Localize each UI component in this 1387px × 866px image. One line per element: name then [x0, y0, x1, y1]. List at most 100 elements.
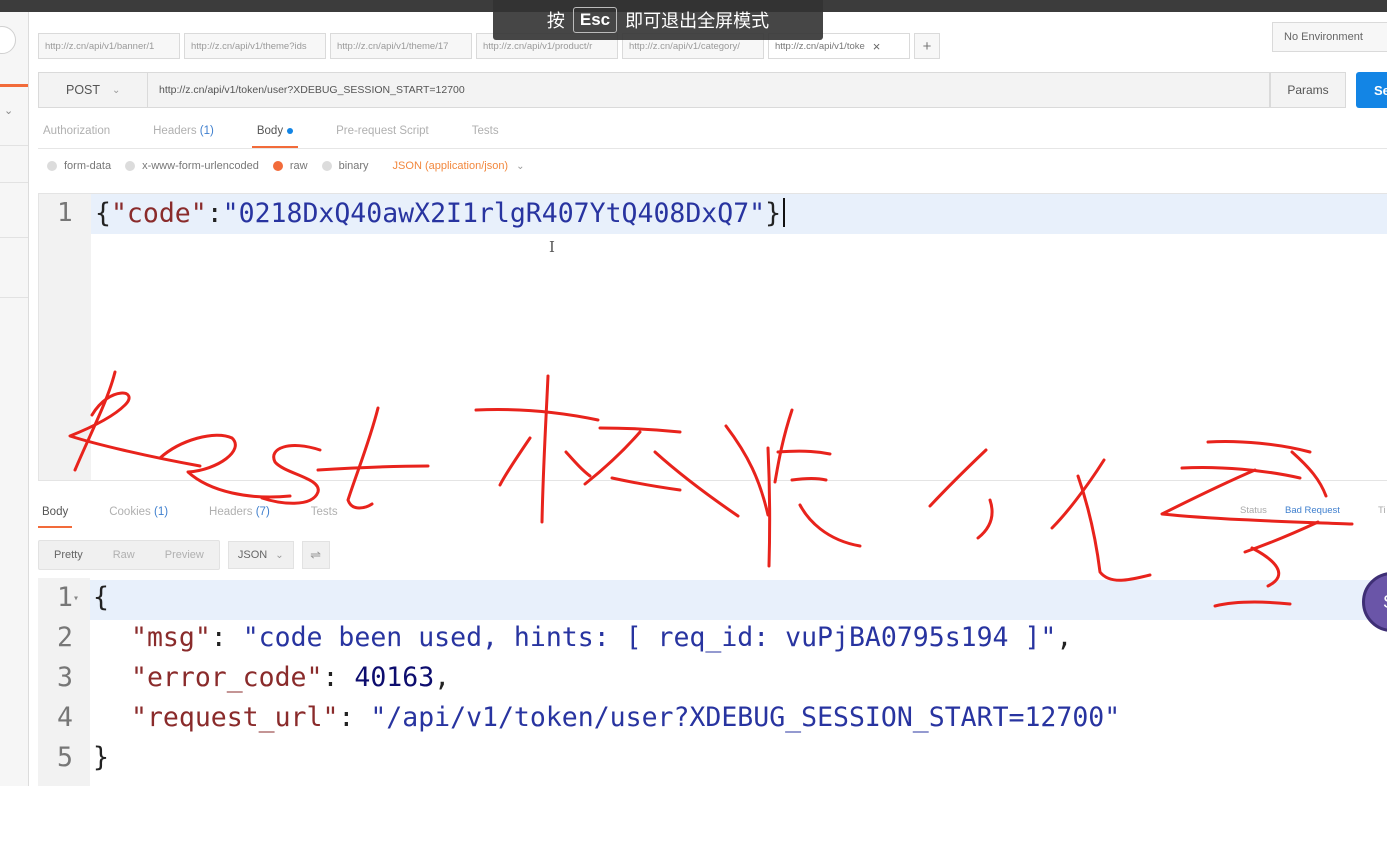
method-select[interactable]: POST ⌄ [38, 72, 148, 108]
tab-prerequest-script[interactable]: Pre-request Script [331, 118, 434, 148]
content-type-value: JSON (application/json) [392, 160, 509, 172]
line-number: 3 [57, 662, 73, 693]
line-number: 2 [57, 622, 73, 653]
view-raw-button[interactable]: Raw [98, 541, 150, 569]
response-format-select[interactable]: JSON ⌄ [227, 541, 294, 569]
sidebar-divider [0, 297, 28, 298]
environment-select[interactable]: No Environment [1272, 22, 1387, 52]
code-brace: } [765, 198, 782, 229]
sidebar-divider [0, 145, 28, 146]
tab-label: Tests [310, 506, 338, 518]
request-url-bar: POST ⌄ http://z.cn/api/v1/token/user?XDE… [38, 72, 1387, 108]
wrap-lines-icon[interactable]: ⇌ [301, 541, 330, 569]
response-body-viewer[interactable]: 1▾ { 2 "msg": "code been used, hints: [ … [38, 578, 1387, 786]
tab-response-body[interactable]: Body [38, 498, 73, 528]
tab-count: (1) [199, 125, 214, 137]
radio-label: x-www-form-urlencoded [142, 160, 259, 172]
view-mode-group: Pretty Raw Preview [38, 540, 220, 570]
tab-body[interactable]: Body [251, 118, 299, 148]
body-type-raw[interactable]: raw [272, 160, 308, 172]
view-pretty-button[interactable]: Pretty [39, 541, 98, 569]
radio-icon [47, 161, 57, 171]
radio-label: form-data [64, 160, 112, 172]
line-gutter [39, 194, 91, 480]
time-label: Ti [1378, 505, 1386, 516]
fold-caret-icon[interactable]: ▾ [73, 593, 79, 604]
text-caret [783, 198, 786, 227]
tab-response-headers[interactable]: Headers (7) [205, 498, 274, 528]
code-string: "/api/v1/token/user?XDEBUG_SESSION_START… [370, 702, 1121, 733]
sidebar-circle-button[interactable] [0, 26, 16, 54]
status-link[interactable]: Bad Request [1285, 505, 1340, 516]
code-line: 1▾ { [38, 582, 1387, 622]
chevron-down-icon: ⌄ [275, 549, 284, 561]
body-type-options: form-data x-www-form-urlencoded raw bina… [47, 160, 525, 172]
sidebar-active-indicator [0, 84, 28, 87]
close-icon[interactable]: × [873, 39, 881, 54]
tab-cookies[interactable]: Cookies (1) [105, 498, 172, 528]
sidebar-divider [0, 237, 28, 238]
line-number: 1 [57, 198, 73, 228]
radio-selected-icon [272, 161, 283, 171]
tab-label: Headers [153, 125, 197, 137]
tab-count: (1) [153, 506, 169, 518]
radio-label: raw [289, 160, 308, 172]
code-content: "request_url": "/api/v1/token/user?XDEBU… [131, 702, 1120, 733]
tab-label: Tests [471, 125, 499, 137]
request-section-tabs: Authorization Headers (1) Body Pre-reque… [38, 118, 1387, 149]
tab-tests[interactable]: Tests [467, 118, 504, 148]
params-button[interactable]: Params [1270, 72, 1346, 108]
line-number: 5 [57, 742, 73, 773]
code-sep: : [210, 622, 243, 653]
view-preview-button[interactable]: Preview [150, 541, 219, 569]
tab-label: Body [42, 506, 69, 518]
tab-response-tests[interactable]: Tests [307, 498, 342, 528]
send-button[interactable]: Se [1356, 72, 1387, 108]
tab-label: Body [256, 125, 284, 137]
code-comma: , [1056, 622, 1073, 653]
code-comma: , [434, 662, 451, 693]
code-colon: : [206, 198, 223, 229]
code-sep: : [322, 662, 355, 693]
code-string: "code been used, hints: [ req_id: vuPjBA… [242, 622, 1057, 653]
fullscreen-hint-suffix: 即可退出全屏模式 [625, 11, 770, 31]
line-number-text: 1 [57, 582, 73, 613]
url-input[interactable]: http://z.cn/api/v1/token/user?XDEBUG_SES… [148, 72, 1270, 108]
request-tab[interactable]: http://z.cn/api/v1/banner/1 [38, 33, 180, 59]
tab-count: (7) [255, 506, 270, 518]
body-type-form-data[interactable]: form-data [47, 160, 111, 172]
new-tab-button[interactable]: + [914, 33, 940, 59]
code-key: "request_url" [131, 702, 339, 733]
code-key: "msg" [131, 622, 211, 653]
request-tab-label: http://z.cn/api/v1/banner/1 [45, 40, 155, 52]
fullscreen-hint-prefix: 按 [546, 11, 565, 31]
chevron-down-icon: ⌄ [516, 160, 525, 172]
code-content: "error_code": 40163, [131, 662, 450, 693]
request-tab[interactable]: http://z.cn/api/v1/theme?ids [184, 33, 326, 59]
code-key: "error_code" [131, 662, 323, 693]
ibeam-cursor-icon: I [549, 238, 555, 256]
tab-label: Headers [209, 506, 253, 518]
esc-key-label: Esc [572, 7, 618, 33]
sidebar-divider [0, 182, 28, 183]
tab-headers[interactable]: Headers (1) [148, 118, 219, 148]
request-tab-label: http://z.cn/api/v1/theme?ids [191, 40, 307, 52]
request-body-code[interactable]: {"code":"0218DxQ40awX2I1rlgR407YtQ408DxQ… [95, 198, 786, 229]
code-content: "msg": "code been used, hints: [ req_id:… [131, 622, 1072, 653]
request-tab-label: http://z.cn/api/v1/category/ [629, 40, 740, 52]
format-value: JSON [237, 549, 268, 561]
request-tab[interactable]: http://z.cn/api/v1/theme/17 [330, 33, 472, 59]
chevron-down-icon[interactable]: ⌄ [4, 104, 13, 117]
avatar-letter: S [1383, 592, 1387, 613]
code-sep: : [338, 702, 371, 733]
tab-authorization[interactable]: Authorization [38, 118, 115, 148]
code-brace: } [93, 742, 109, 773]
body-type-binary[interactable]: binary [321, 160, 369, 172]
request-tab-label: http://z.cn/api/v1/theme/17 [337, 40, 449, 52]
request-body-editor[interactable]: 1 {"code":"0218DxQ40awX2I1rlgR407YtQ408D… [38, 193, 1387, 481]
left-sidebar: ⌄ [0, 12, 29, 786]
content-type-select[interactable]: JSON (application/json) ⌄ [393, 160, 525, 172]
url-value: http://z.cn/api/v1/token/user?XDEBUG_SES… [159, 84, 465, 96]
body-type-urlencoded[interactable]: x-www-form-urlencoded [125, 160, 259, 172]
environment-select-value: No Environment [1284, 31, 1363, 43]
